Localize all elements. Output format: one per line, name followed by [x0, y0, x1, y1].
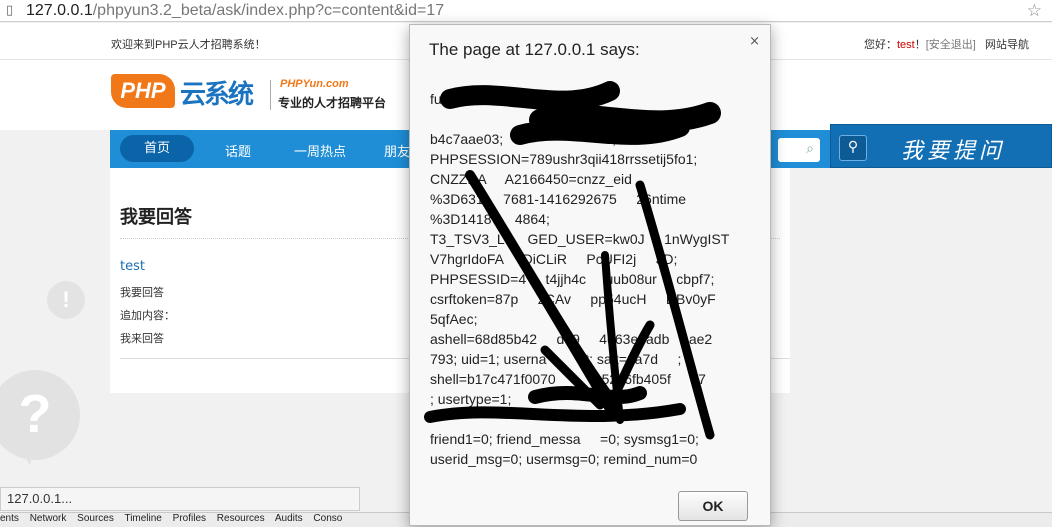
alert-dialog: × The page at 127.0.0.1 says: fu in; ea … [409, 24, 771, 526]
status-bar: 127.0.0.1... [0, 487, 360, 511]
ask-question-button[interactable]: ⚲ 我要提问 [830, 124, 1052, 168]
dialog-title: The page at 127.0.0.1 says: [429, 40, 640, 59]
warning-icon: ! [47, 281, 85, 319]
search-input[interactable]: ⌕ [778, 138, 820, 162]
ask-icon: ⚲ [839, 135, 867, 161]
page-icon: ▯ [6, 2, 14, 18]
devtools-tab-timeline[interactable]: Timeline [124, 513, 161, 524]
ask-question-label: 我要提问 [901, 139, 1006, 164]
append-content-label: 追加内容： [120, 309, 175, 322]
devtools-tab-audits[interactable]: Audits [275, 513, 303, 524]
star-icon[interactable]: ☆ [1027, 1, 1042, 21]
devtools-tab-network[interactable]: Network [30, 513, 67, 524]
address-bar[interactable]: ▯ 127.0.0.1/phpyun3.2_beta/ask/index.php… [0, 0, 1052, 22]
devtools-tab-resources[interactable]: Resources [217, 513, 265, 524]
url-text[interactable]: 127.0.0.1/phpyun3.2_beta/ask/index.php?c… [26, 2, 444, 20]
devtools-tab-sources[interactable]: Sources [77, 513, 114, 524]
nav-item-friends[interactable]: 朋友 [384, 141, 410, 160]
dialog-message: fu in; ea b4c7aae03; e; PHPSESSION=789us… [430, 91, 730, 467]
username-link[interactable]: test [897, 39, 915, 51]
answer-user-link[interactable]: test [120, 259, 145, 274]
nav-item-home[interactable]: 首页 [120, 135, 194, 162]
nav-item-weekly-hot[interactable]: 一周热点 [294, 141, 346, 160]
logo-slogan: 专业的人才招聘平台 [278, 96, 387, 110]
close-icon[interactable]: × [749, 34, 760, 49]
answer-line: 我要回答 [120, 286, 164, 299]
logout-link[interactable]: [安全退出] [926, 39, 976, 51]
nav-item-topics[interactable]: 话题 [225, 141, 251, 160]
user-info: 您好：test！[安全退出] 网站导航 [864, 39, 1030, 51]
welcome-text: 欢迎来到PHP云人才招聘系统！ [111, 39, 266, 51]
devtools-tab-profiles[interactable]: Profiles [173, 513, 206, 524]
devtools-tab-elements[interactable]: ents [0, 513, 19, 524]
ok-button[interactable]: OK [678, 491, 748, 521]
logo-php[interactable]: PHP [111, 74, 175, 108]
search-icon[interactable]: ⌕ [806, 141, 814, 157]
logo-cn[interactable]: 云系统 [180, 74, 254, 111]
devtools-tab-console[interactable]: Conso [313, 513, 342, 524]
logo-divider [270, 80, 271, 110]
logo-site: PHPYun.com [280, 78, 349, 90]
help-question-icon[interactable]: ? [0, 370, 80, 460]
site-nav-link[interactable]: 网站导航 [985, 39, 1029, 51]
page-title: 我要回答 [120, 207, 192, 228]
answer-line: 我来回答 [120, 332, 164, 345]
